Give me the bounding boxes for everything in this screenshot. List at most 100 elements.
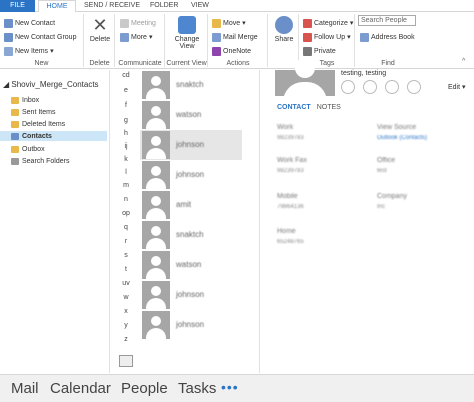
tab-view[interactable]: VIEW: [186, 0, 214, 12]
folder-root[interactable]: ◢ Shoviv_Merge_Contacts: [3, 80, 99, 89]
categorize-button[interactable]: Categorize ▾: [303, 17, 353, 29]
tab-send-receive[interactable]: SEND / RECEIVE: [79, 0, 145, 12]
index-letter[interactable]: uv: [115, 280, 137, 287]
folder-item-contacts[interactable]: Contacts: [0, 131, 107, 141]
index-letter[interactable]: y: [115, 322, 137, 329]
index-letter[interactable]: g: [115, 117, 137, 124]
index-letter[interactable]: z: [115, 336, 137, 343]
tab-folder[interactable]: FOLDER: [145, 0, 183, 12]
contact-card[interactable]: amit: [140, 190, 242, 220]
mail-merge-icon: [212, 32, 221, 42]
email-icon[interactable]: [407, 80, 421, 94]
nav-people[interactable]: People: [121, 380, 168, 397]
contact-name: watson: [176, 260, 202, 269]
index-letter[interactable]: k: [115, 156, 137, 163]
pane-divider: [259, 70, 260, 373]
new-contact-button[interactable]: New Contact: [4, 17, 55, 29]
avatar: [142, 101, 170, 129]
index-letter[interactable]: n: [115, 196, 137, 203]
address-book-button[interactable]: Address Book: [360, 31, 415, 43]
avatar: [142, 281, 170, 309]
new-contact-group-button[interactable]: New Contact Group: [4, 31, 76, 43]
index-letter[interactable]: f: [115, 102, 137, 109]
mail-merge-button[interactable]: Mail Merge: [212, 31, 258, 43]
avatar: [142, 191, 170, 219]
more-button[interactable]: More ▾: [120, 31, 152, 43]
folder-label: Outbox: [22, 145, 45, 153]
move-button[interactable]: Move ▾: [212, 17, 246, 29]
group-delete: ✕ Delete Delete: [85, 14, 115, 67]
contact-name: amit: [176, 200, 192, 209]
folder-label: Deleted Items: [22, 120, 66, 128]
contact-card-selected[interactable]: johnson: [140, 130, 242, 160]
collapse-ribbon-icon[interactable]: ^: [462, 58, 465, 65]
index-letter[interactable]: op: [115, 210, 137, 217]
index-letter[interactable]: q: [115, 224, 137, 231]
folder-item-inbox[interactable]: Inbox: [11, 95, 39, 105]
nav-tasks[interactable]: Tasks: [178, 380, 216, 397]
nav-mail[interactable]: Mail: [11, 380, 39, 397]
contact-card[interactable]: watson: [140, 100, 242, 130]
meeting-label: Meeting: [131, 19, 156, 27]
video-icon[interactable]: [385, 80, 399, 94]
new-items-icon: [4, 46, 13, 56]
folder-item-search-folders[interactable]: Search Folders: [11, 156, 69, 166]
index-letter[interactable]: ij: [115, 143, 137, 150]
contact-card[interactable]: johnson: [140, 160, 242, 190]
delete-button[interactable]: ✕ Delete: [82, 16, 118, 43]
index-letter[interactable]: r: [115, 238, 137, 245]
nav-calendar[interactable]: Calendar: [50, 380, 111, 397]
group-share: Share: [269, 14, 299, 67]
tab-file[interactable]: FILE: [0, 0, 35, 12]
share-label: Share: [274, 36, 294, 43]
field-home-label: Home: [277, 228, 296, 235]
folder-item-outbox[interactable]: Outbox: [11, 144, 45, 154]
folder-icon: [11, 120, 19, 128]
index-letter[interactable]: m: [115, 182, 137, 189]
address-book-label: Address Book: [371, 33, 415, 41]
index-letter[interactable]: x: [115, 308, 137, 315]
field-home-value: 65248765: [277, 239, 304, 245]
private-button[interactable]: Private: [303, 45, 336, 57]
contact-view-toggle-icon[interactable]: [119, 355, 133, 367]
follow-up-button[interactable]: Follow Up ▾: [303, 31, 351, 43]
call-icon[interactable]: [363, 80, 377, 94]
contact-name: snaktch: [176, 80, 204, 89]
index-letter[interactable]: w: [115, 294, 137, 301]
edit-button[interactable]: Edit ▾: [448, 83, 466, 91]
index-letter[interactable]: e: [115, 87, 137, 94]
contact-list: snaktch watson johnson johnson amit snak…: [140, 70, 258, 350]
folder-root-label: Shoviv_Merge_Contacts: [11, 80, 99, 89]
change-view-button[interactable]: Change View: [169, 16, 205, 50]
index-letter[interactable]: cd: [115, 72, 137, 79]
contact-card[interactable]: snaktch: [140, 70, 242, 100]
share-button[interactable]: Share: [266, 16, 302, 43]
im-icon[interactable]: [341, 80, 355, 94]
group-new: New Contact New Contact Group New Items …: [0, 14, 84, 67]
index-letter[interactable]: s: [115, 252, 137, 259]
nav-more-icon[interactable]: •••: [221, 379, 239, 395]
folder-item-sent-items[interactable]: Sent Items: [11, 107, 55, 117]
contact-card[interactable]: watson: [140, 250, 242, 280]
search-people-input[interactable]: Search People: [358, 15, 416, 26]
meeting-button[interactable]: Meeting: [120, 17, 156, 29]
tab-contact[interactable]: CONTACT: [277, 104, 311, 111]
tab-notes[interactable]: NOTES: [317, 104, 341, 111]
index-letter[interactable]: h: [115, 130, 137, 137]
contact-name: johnson: [176, 140, 205, 149]
contact-card[interactable]: snaktch: [140, 220, 242, 250]
folder-item-deleted-items[interactable]: Deleted Items: [11, 119, 65, 129]
group-label-find: Find: [381, 60, 395, 67]
index-letter[interactable]: l: [115, 169, 137, 176]
contact-card[interactable]: johnson: [140, 280, 242, 310]
move-folder-icon: [212, 18, 221, 28]
new-items-button[interactable]: New Items ▾: [4, 45, 54, 57]
onenote-button[interactable]: OneNote: [212, 45, 251, 57]
contact-name: johnson: [176, 320, 205, 329]
lock-icon: [303, 46, 312, 56]
contact-card[interactable]: johnson: [140, 310, 242, 340]
index-letter[interactable]: t: [115, 266, 137, 273]
folder-pane: ◢ Shoviv_Merge_Contacts Inbox Sent Items…: [0, 70, 110, 373]
field-view-source-link[interactable]: Outlook (Contacts): [377, 135, 427, 141]
contact-name: johnson: [176, 170, 205, 179]
